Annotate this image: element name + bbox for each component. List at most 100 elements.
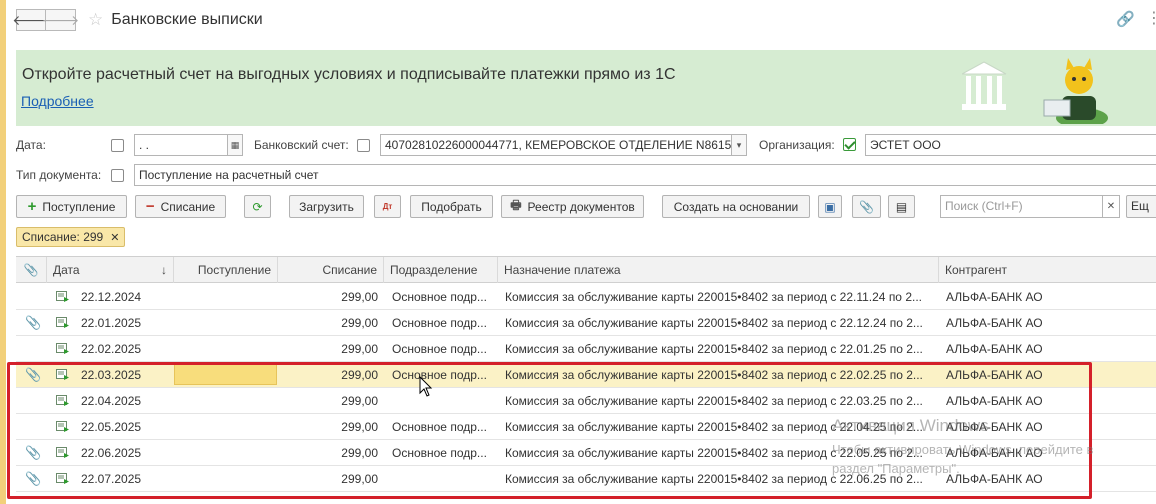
cell-counterparty: АЛЬФА-БАНК АО	[946, 342, 1043, 356]
close-icon[interactable]: ✕	[110, 231, 119, 244]
registry-label: Реестр документов	[527, 199, 635, 214]
date-checkbox[interactable]	[111, 139, 124, 152]
add-receipt-label: Поступление	[42, 199, 116, 214]
chevron-down-icon: ▾	[736, 139, 742, 150]
refresh-button[interactable]: ⟳	[244, 195, 271, 218]
document-icon	[56, 291, 69, 302]
bank-cat-illustration	[962, 54, 1142, 124]
organization-checkbox[interactable]	[843, 138, 856, 151]
paperclip-icon: 📎	[859, 199, 874, 214]
banner-more-link[interactable]: Подробнее	[21, 93, 94, 109]
sort-arrow-icon: ↓	[161, 263, 167, 277]
paperclip-icon: 📎	[23, 263, 39, 277]
cell-department: Основное подр...	[392, 316, 487, 330]
cell-department: Основное подр...	[392, 342, 487, 356]
refresh-icon: ⟳	[252, 199, 263, 214]
table-row[interactable]: 22.02.2025 299,00 Основное подр... Комиссия…	[16, 336, 1156, 362]
cell-department: Основное подр...	[392, 290, 487, 304]
plus-icon: +	[27, 198, 37, 215]
column-header-income[interactable]: Поступление	[174, 257, 278, 283]
search-clear-button[interactable]: ✕	[1102, 195, 1120, 218]
cell-income	[174, 284, 278, 310]
document-list-icon: ▤	[895, 199, 908, 214]
windows-activation-watermark-text: Чтобы активировать Windows, перейдите в	[832, 442, 1094, 457]
cell-date: 22.02.2025	[81, 342, 142, 356]
column-date-label: Дата	[53, 263, 80, 277]
active-filter-tag: Списание: 299 ✕	[16, 227, 126, 247]
pick-label: Подобрать	[421, 199, 482, 214]
create-based-on-label: Создать на основании	[673, 199, 799, 214]
date-label: Дата:	[16, 138, 46, 152]
add-receipt-button[interactable]: + Поступление	[16, 195, 127, 218]
load-label: Загрузить	[299, 199, 354, 214]
cell-purpose: Комиссия за обслуживание карты 220015•84…	[505, 342, 923, 356]
more-actions-button[interactable]: Ещ	[1126, 195, 1156, 218]
cell-counterparty: АЛЬФА-БАНК АО	[946, 316, 1043, 330]
title-bar: 🡐 🡒 ☆ Банковские выписки	[12, 8, 263, 32]
cell-counterparty: АЛЬФА-БАНК АО	[946, 290, 1043, 304]
date-field[interactable]: . .	[134, 134, 229, 156]
add-writeoff-button[interactable]: − Списание	[135, 195, 226, 218]
structure-button[interactable]: ▣	[818, 195, 842, 218]
table-row[interactable]: 22.12.2024 299,00 Основное подр... Комиссия…	[16, 284, 1156, 310]
active-filter-label: Списание: 299	[22, 230, 104, 244]
search-input[interactable]: Поиск (Ctrl+F)	[940, 195, 1103, 218]
forward-button[interactable]: 🡒	[42, 9, 79, 31]
dt-kt-icon: Дт	[382, 202, 393, 211]
windows-activation-watermark-title: Активация Windows	[832, 416, 989, 435]
calendar-button[interactable]: ▦	[227, 134, 243, 156]
promo-banner: Откройте расчетный счет на выгодных усло…	[16, 50, 1156, 126]
doc-type-checkbox[interactable]	[111, 169, 124, 182]
close-icon: ✕	[1106, 201, 1116, 212]
dt-kt-button[interactable]: Дт	[374, 195, 401, 218]
cell-date: 22.01.2025	[81, 316, 142, 330]
printer-icon: 🖶	[510, 198, 522, 212]
more-vertical-icon[interactable]: ⋮	[1146, 8, 1156, 28]
banner-text: Откройте расчетный счет на выгодных усло…	[22, 66, 676, 83]
column-header-date[interactable]: Дата ↓	[47, 257, 174, 283]
load-button[interactable]: Загрузить	[289, 195, 364, 218]
star-icon[interactable]: ☆	[88, 10, 103, 30]
link-icon[interactable]: 🔗	[1116, 10, 1135, 28]
bank-account-field[interactable]: 40702810226000044771, КЕМЕРОВСКОЕ ОТДЕЛЕ…	[380, 134, 733, 156]
bank-account-dropdown-button[interactable]: ▾	[731, 134, 747, 156]
paperclip-icon: 📎	[25, 315, 42, 330]
structure-icon: ▣	[824, 199, 836, 214]
minus-icon: −	[145, 198, 155, 215]
left-accent-strip	[0, 0, 6, 504]
attachment-column-header[interactable]: 📎	[16, 257, 47, 283]
cell-purpose: Комиссия за обслуживание карты 220015•84…	[505, 290, 922, 304]
doc-type-field[interactable]: Поступление на расчетный счет	[134, 164, 1156, 186]
document-icon	[56, 317, 69, 328]
add-writeoff-label: Списание	[160, 199, 216, 214]
cell-date: 22.12.2024	[81, 290, 142, 304]
cell-income	[174, 336, 278, 362]
mouse-cursor-icon	[419, 376, 433, 397]
cell-expense: 299,00	[341, 342, 378, 356]
column-header-expense[interactable]: Списание	[278, 257, 384, 283]
arrow-right-icon: 🡒	[41, 11, 80, 28]
create-based-on-button[interactable]: Создать на основании	[662, 195, 810, 218]
doc-type-label: Тип документа:	[16, 168, 102, 182]
cell-income	[174, 310, 278, 336]
organization-field[interactable]: ЭСТЕТ ООО	[865, 134, 1156, 156]
cell-purpose: Комиссия за обслуживание карты 220015•84…	[505, 316, 923, 330]
column-header-counterparty[interactable]: Контрагент	[939, 257, 1156, 283]
bank-account-label: Банковский счет:	[254, 138, 349, 152]
page-title: Банковские выписки	[111, 11, 263, 28]
column-header-department[interactable]: Подразделение	[384, 257, 498, 283]
cell-expense: 299,00	[341, 290, 378, 304]
registry-button[interactable]: 🖶 Реестр документов	[501, 195, 644, 218]
organization-label: Организация:	[759, 138, 835, 152]
calendar-icon: ▦	[230, 139, 240, 150]
windows-activation-watermark-text-2: раздел "Параметры".	[832, 461, 960, 476]
column-header-purpose[interactable]: Назначение платежа	[498, 257, 939, 283]
attachment-button[interactable]: 📎	[852, 195, 881, 218]
table-row[interactable]: 📎 22.01.2025 299,00 Основное подр... Комисси…	[16, 310, 1156, 336]
report-button[interactable]: ▤	[888, 195, 915, 218]
table-header: 📎 Дата ↓ Поступление Списание Подразделе…	[16, 257, 1156, 283]
bank-account-checkbox[interactable]	[357, 139, 370, 152]
pick-button[interactable]: Подобрать	[410, 195, 493, 218]
document-icon	[56, 343, 69, 354]
cell-expense: 299,00	[341, 316, 378, 330]
